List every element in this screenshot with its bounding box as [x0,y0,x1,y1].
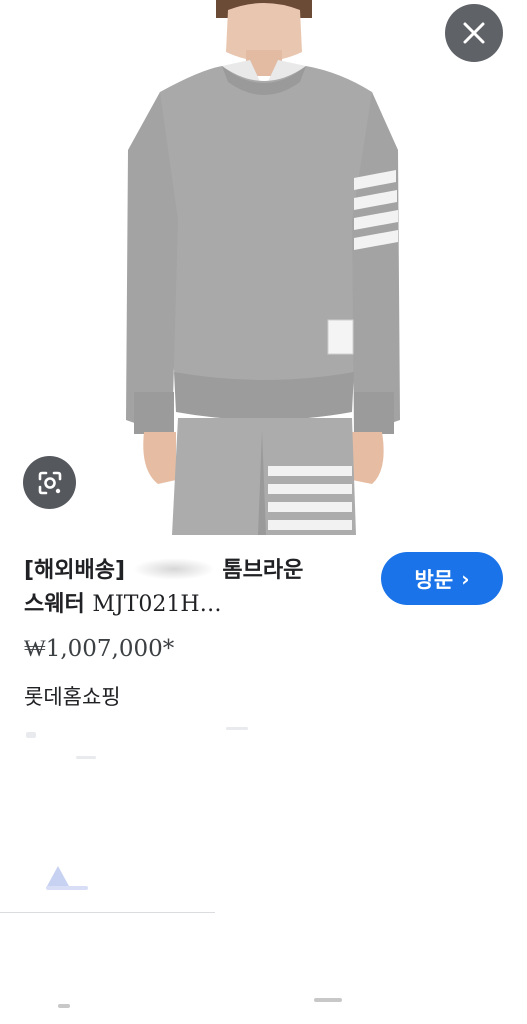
faded-shape [46,866,70,888]
title-korean: 스웨터 [24,592,85,617]
sweater-photo [126,0,400,535]
faded-text [226,727,248,730]
product-price: ₩1,007,000* [24,636,175,662]
divider [0,912,215,913]
lens-search-button[interactable] [23,456,76,509]
title-prefix: [해외배송] [24,558,126,583]
product-image[interactable] [0,0,527,535]
faded-text [58,1004,70,1008]
product-title[interactable]: [해외배송] 톰브라운 스웨터 MJT021H… [24,554,354,622]
faded-text [314,998,342,1002]
chevron-right-icon: › [461,566,470,591]
visit-button[interactable]: 방문 › [381,552,503,605]
redacted-text [132,558,215,580]
faded-text [26,732,36,738]
lens-icon [38,471,61,494]
close-button[interactable] [445,4,503,62]
visit-label: 방문 [414,567,454,592]
seller-name[interactable]: 롯데홈쇼핑 [24,681,121,711]
title-brand: 톰브라운 [222,558,304,583]
faded-text [76,756,96,759]
close-icon [463,22,485,44]
faded-shape [46,886,88,890]
title-code: MJT021H… [92,592,222,617]
